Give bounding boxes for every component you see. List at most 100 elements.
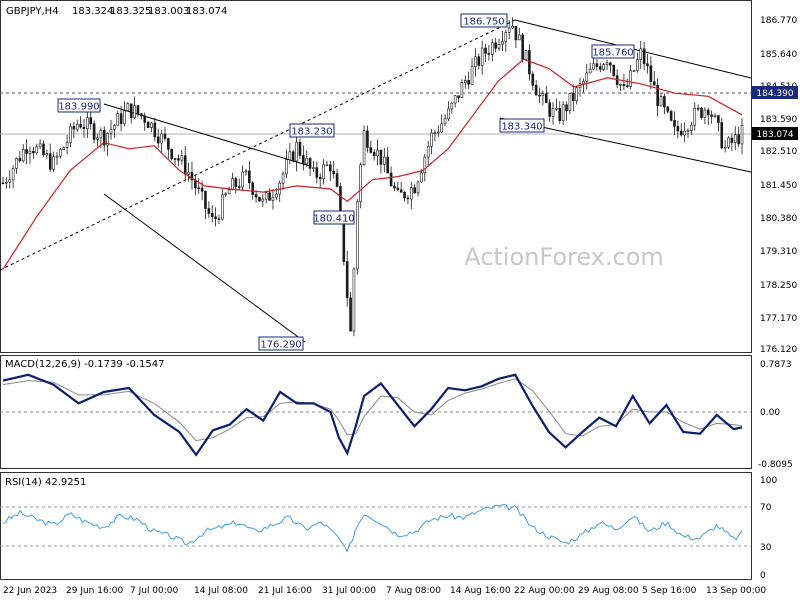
candle-body [322,164,325,180]
candle-body [72,126,76,130]
candle-body [295,141,298,162]
candle-body [42,143,45,156]
candle-body [332,170,335,174]
rsi-panel-frame [0,472,752,580]
annotation-label: 183.340 [501,122,542,133]
candle-body [113,125,116,130]
candle-body [410,187,413,200]
candle-body [21,149,25,162]
candle-body [632,70,636,72]
candle-body [288,151,292,161]
y-tick: 30 [760,543,772,553]
candle-body [447,108,450,120]
candle-body [612,64,616,76]
annotation-183990: 183.990 [57,98,101,113]
candle-body [642,48,646,65]
candle-body [32,150,35,154]
annotation-label: 176.290 [260,340,301,351]
candle-body [582,81,585,85]
candle-body [15,158,18,169]
candle-body [227,189,231,195]
candle-body [727,137,730,148]
candle-body [544,93,548,104]
candle-body [167,138,170,150]
main-title: GBPJPY,H4 183.324 183.325 183.003 183.07… [6,6,227,17]
candle-body [25,149,28,154]
candle-body [92,123,96,140]
candle-body [298,141,302,156]
x-tick: 22 Jun 2023 [3,586,57,596]
candle-body [453,95,457,104]
candle-body [460,82,464,98]
candle-body [96,137,99,140]
candle-body [443,118,447,125]
candle-body [433,132,437,134]
rsi-y-axis: 100 70 30 0 [760,476,777,581]
candle-body [35,146,39,154]
candle-body [524,50,528,60]
candle-body [396,187,400,191]
candle-body [234,178,238,187]
candle-body [200,187,204,192]
candle-body [693,107,697,126]
candle-body [717,115,720,123]
candle-body [703,109,707,118]
candle-body [646,63,649,67]
candle-body [696,107,700,110]
candle-body [143,115,147,123]
candle-body [636,59,639,71]
candle-body [700,107,703,118]
price-marker-183074: 183.074 [752,127,798,140]
candle-body [521,34,524,60]
candle-body [264,192,268,200]
candle-body [126,103,130,111]
candle-body [504,32,508,42]
candle-body [318,177,322,180]
candle-body [146,122,150,128]
y-tick: 178.250 [760,281,797,291]
candle-body [575,87,578,102]
x-tick: 7 Jul 00:00 [130,586,179,596]
candle-body [362,130,366,166]
candle-body [8,179,12,183]
candle-body [413,187,416,194]
candle-body [558,108,562,121]
candle-body [129,103,133,118]
candle-body [592,63,595,70]
candle-body [605,62,609,65]
candle-body [62,147,66,150]
candle-body [275,193,278,198]
candle-body [366,130,369,148]
candle-body [28,150,32,154]
candle-body [663,96,666,108]
main-y-axis: 186.770 185.640 184.510 183.590 182.510 … [760,16,797,355]
candle-body [480,47,484,66]
chart-root: ActionForex.com GBPJPY,H4 183.324 183.32… [0,0,800,600]
candle-body [359,164,362,203]
x-tick: 13 Sep 00:00 [706,586,766,596]
candle-body [302,155,305,165]
annotation-180410: 180.410 [313,210,355,225]
candle-body [116,113,120,126]
candle-body [271,196,275,201]
y-tick: 180.380 [760,214,797,224]
candle-body [241,171,244,188]
annotation-label: 183.990 [58,102,99,113]
candle-body [386,156,389,174]
y-tick: 179.310 [760,247,797,257]
candle-body [686,130,690,132]
ohlc-open: 183.324 [72,6,113,17]
x-tick: 29 Jun 16:00 [66,586,123,596]
candle-body [490,42,494,55]
y-tick: 0.7873 [760,360,792,370]
x-tick: 29 Aug 08:00 [578,586,639,596]
symbol-title: GBPJPY,H4 [6,6,59,17]
y-tick: 185.640 [760,50,797,60]
candle-body [173,158,177,160]
candle-body [551,108,555,117]
candle-body [308,158,312,169]
candle-body [217,218,221,220]
candle-body [511,26,514,29]
candle-body [420,172,423,183]
candle-body [649,65,653,82]
